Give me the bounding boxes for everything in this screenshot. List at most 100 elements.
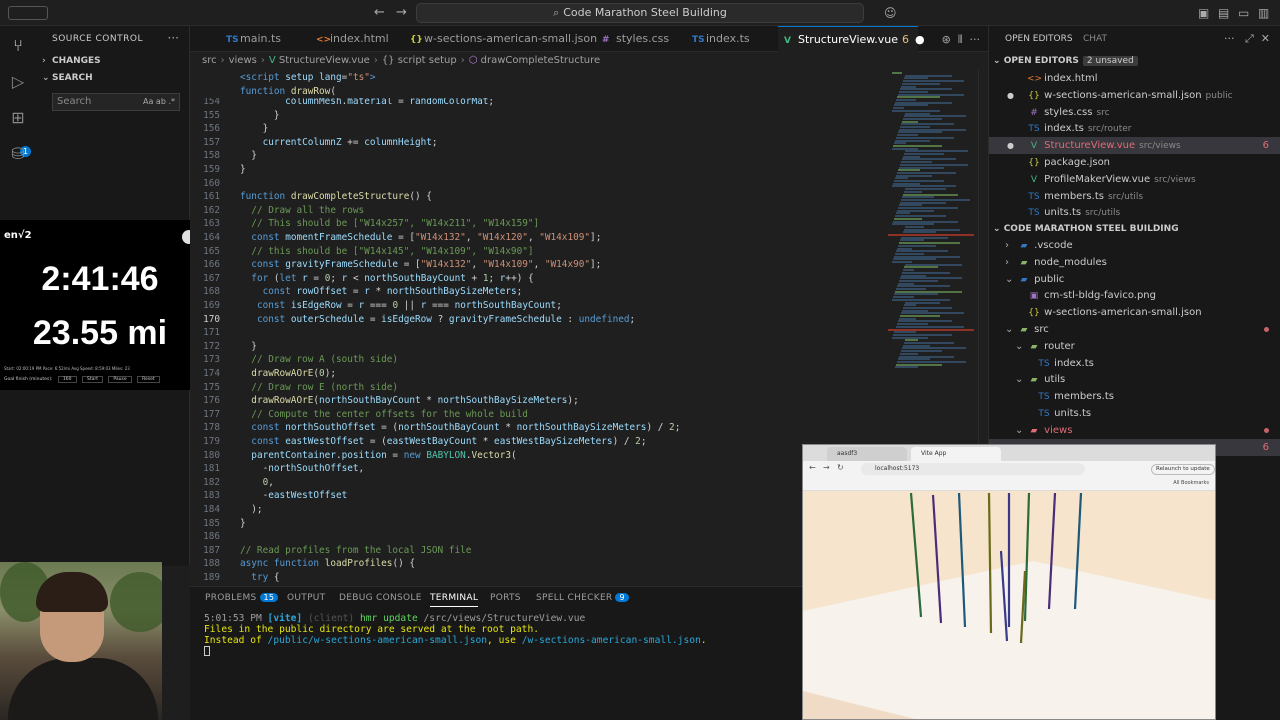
tree-item[interactable]: ▣ cm-stl-bldg-favico.png bbox=[989, 287, 1280, 304]
browser-tab[interactable]: aasdf3 bbox=[827, 447, 907, 461]
back-arrow-icon[interactable]: ← bbox=[374, 5, 385, 20]
tree-item[interactable]: ⌄ ▰ router bbox=[989, 338, 1280, 355]
tab-index-ts[interactable]: TSindex.ts bbox=[686, 26, 750, 52]
code-line[interactable]: 166 const gravityFrameSchedule = ["W14x1… bbox=[190, 258, 880, 272]
tree-item[interactable]: ⌄ ▰ public bbox=[989, 271, 1280, 288]
open-editor-item[interactable]: ●{} w-sections-american-small.json public bbox=[989, 87, 1280, 104]
code-line[interactable]: 180 parentContainer.position = new BABYL… bbox=[190, 449, 880, 463]
tab-open-editors[interactable]: OPEN EDITORS bbox=[1005, 34, 1073, 44]
code-line[interactable]: 163 // This should be ["W14x257", "W14x2… bbox=[190, 217, 880, 231]
open-editor-item[interactable]: TS members.ts src/utils bbox=[989, 188, 1280, 205]
tab-terminal[interactable]: TERMINAL bbox=[430, 593, 479, 607]
copilot-icon[interactable]: ⊛ bbox=[942, 33, 951, 46]
code-line[interactable]: 189 try { bbox=[190, 571, 880, 585]
code-line[interactable]: 181 -northSouthOffset, bbox=[190, 462, 880, 476]
code-line[interactable]: 169 const isEdgeRow = r === 0 || r === n… bbox=[190, 299, 880, 313]
open-editor-item[interactable]: ● V StructureView.vue src/views 6 bbox=[989, 137, 1280, 155]
start-button[interactable]: Start bbox=[81, 376, 103, 383]
code-line[interactable]: 172 } bbox=[190, 340, 880, 354]
code-line[interactable]: 176 drawRowAOrE(northSouthBayCount * nor… bbox=[190, 394, 880, 408]
pause-button[interactable]: Pause bbox=[108, 376, 132, 383]
sticky-scroll-line[interactable]: <script setup lang="ts"> bbox=[190, 71, 880, 85]
code-line[interactable]: 185} bbox=[190, 517, 880, 531]
project-section[interactable]: ⌄ CODE MARATHON STEEL BUILDING bbox=[993, 224, 1179, 234]
tree-item[interactable]: ⌄ ▰ views bbox=[989, 422, 1280, 439]
code-line[interactable]: 155 } bbox=[190, 109, 880, 123]
tab-problems[interactable]: PROBLEMS 15 bbox=[205, 593, 279, 603]
more-actions-icon[interactable]: ··· bbox=[168, 31, 179, 45]
tab-styles-css[interactable]: # styles.css bbox=[596, 26, 669, 52]
code-line[interactable]: 173 // Draw row A (south side) bbox=[190, 353, 880, 367]
tab-chat[interactable]: CHAT bbox=[1083, 34, 1107, 44]
open-editor-item[interactable]: <> index.html bbox=[989, 70, 1280, 87]
code-line[interactable]: 184 ); bbox=[190, 503, 880, 517]
code-line[interactable]: 179 const eastWestOffset = (eastWestBayC… bbox=[190, 435, 880, 449]
more-actions-icon[interactable]: ··· bbox=[970, 33, 981, 46]
close-icon[interactable]: ✕ bbox=[1261, 32, 1270, 45]
breadcrumb-item[interactable]: src bbox=[202, 55, 217, 66]
database-icon[interactable]: ⛁ bbox=[8, 144, 28, 164]
maximize-icon[interactable]: ⤢ bbox=[1245, 32, 1254, 45]
open-editor-item[interactable]: TS units.ts src/utils bbox=[989, 204, 1280, 221]
tab-output[interactable]: OUTPUT bbox=[287, 593, 325, 603]
tree-item[interactable]: ⌄ ▰ utils bbox=[989, 371, 1280, 388]
forward-arrow-icon[interactable]: → bbox=[823, 463, 830, 472]
code-line[interactable]: 183 -eastWestOffset bbox=[190, 489, 880, 503]
layout-sidebar-icon[interactable]: ▤ bbox=[1218, 6, 1229, 20]
tab-index-html[interactable]: <>index.html bbox=[310, 26, 389, 52]
tree-item[interactable]: › ▰ node_modules bbox=[989, 254, 1280, 271]
code-line[interactable]: 159} bbox=[190, 163, 880, 177]
tab-main-ts[interactable]: TSmain.ts bbox=[220, 26, 281, 52]
code-line[interactable]: 182 0, bbox=[190, 476, 880, 490]
breadcrumb-item[interactable]: drawCompleteStructure bbox=[481, 55, 600, 66]
code-line[interactable]: 178 const northSouthOffset = (northSouth… bbox=[190, 421, 880, 435]
search-section[interactable]: ⌄ SEARCH bbox=[42, 73, 93, 83]
breadcrumb-item[interactable]: {} script setup bbox=[382, 55, 457, 66]
source-control-icon[interactable]: ⑂ bbox=[8, 36, 28, 56]
open-editor-item[interactable]: # styles.css src bbox=[989, 104, 1280, 121]
code-line[interactable]: 174 drawRowAOrE(0); bbox=[190, 367, 880, 381]
code-line[interactable]: 167 for (let r = 0; r < northSouthBayCou… bbox=[190, 272, 880, 286]
code-line[interactable]: 161 function drawCompleteStructure() { bbox=[190, 190, 880, 204]
code-line[interactable]: 157 currentColumnZ += columnHeight; bbox=[190, 136, 880, 150]
terminal-output[interactable]: 5:01:53 PM [vite] (client) hmr update /s… bbox=[204, 613, 707, 659]
tab-structureview-vue[interactable]: V StructureView.vue 6 ● bbox=[778, 26, 925, 52]
tab-spell-checker[interactable]: SPELL CHECKER 9 bbox=[536, 593, 629, 603]
browser-tab[interactable]: Vite App bbox=[911, 447, 1001, 461]
all-bookmarks[interactable]: All Bookmarks bbox=[1173, 480, 1209, 486]
code-line[interactable]: 175 // Draw row E (north side) bbox=[190, 381, 880, 395]
babylon-canvas[interactable] bbox=[803, 491, 1216, 720]
code-line[interactable]: 171 bbox=[190, 326, 880, 340]
open-editors-section[interactable]: ⌄ OPEN EDITORS 2 unsaved bbox=[993, 56, 1138, 66]
relaunch-button[interactable]: Relaunch to update bbox=[1151, 464, 1215, 475]
breadcrumb-item[interactable]: StructureView.vue bbox=[279, 55, 370, 66]
code-line[interactable]: 168 const rowOffset = r * northSouthBayS… bbox=[190, 285, 880, 299]
code-line[interactable]: 165 // this should be ["W14x145", "W14x1… bbox=[190, 245, 880, 259]
open-editor-item[interactable]: V ProfileMakerView.vue src/views bbox=[989, 171, 1280, 188]
code-line[interactable]: 164 const momentFrameSchedule = ["W14x13… bbox=[190, 231, 880, 245]
tree-item[interactable]: {} w-sections-american-small.json bbox=[989, 304, 1280, 321]
unsaved-dot-icon[interactable]: ● bbox=[915, 33, 925, 46]
sidebar-toggle-icon[interactable] bbox=[8, 6, 48, 20]
tab-w-sections-json[interactable]: {}w-sections-american-small.json bbox=[404, 26, 597, 52]
open-editor-item[interactable]: {} package.json bbox=[989, 154, 1280, 171]
breadcrumb-item[interactable]: views bbox=[229, 55, 257, 66]
tree-item[interactable]: TS index.ts bbox=[989, 355, 1280, 372]
tab-debug-console[interactable]: DEBUG CONSOLE bbox=[339, 593, 422, 603]
code-line[interactable]: 156 } bbox=[190, 122, 880, 136]
layout-customize-icon[interactable]: ▥ bbox=[1258, 6, 1269, 20]
sticky-scroll-line[interactable]: function drawRow( bbox=[190, 84, 880, 99]
code-line[interactable]: 188 async function loadProfiles() { bbox=[190, 557, 880, 571]
code-line[interactable]: 158 } bbox=[190, 149, 880, 163]
back-arrow-icon[interactable]: ← bbox=[809, 463, 816, 472]
code-line[interactable]: 186 bbox=[190, 530, 880, 544]
unsaved-dot-icon[interactable]: ● bbox=[1007, 87, 1027, 104]
code-line[interactable]: 160 bbox=[190, 177, 880, 191]
code-line[interactable]: 187 // Read profiles from the local JSON … bbox=[190, 544, 880, 558]
changes-section[interactable]: › CHANGES bbox=[42, 56, 101, 66]
code-line[interactable]: 170 const outerSchedule = isEdgeRow ? gr… bbox=[190, 313, 880, 327]
reset-button[interactable]: Reset bbox=[137, 376, 160, 383]
reload-icon[interactable]: ↻ bbox=[837, 463, 844, 472]
search-input[interactable]: Search Aa ab .* bbox=[52, 93, 180, 111]
code-line[interactable]: 177 // Compute the center offsets for th… bbox=[190, 408, 880, 422]
